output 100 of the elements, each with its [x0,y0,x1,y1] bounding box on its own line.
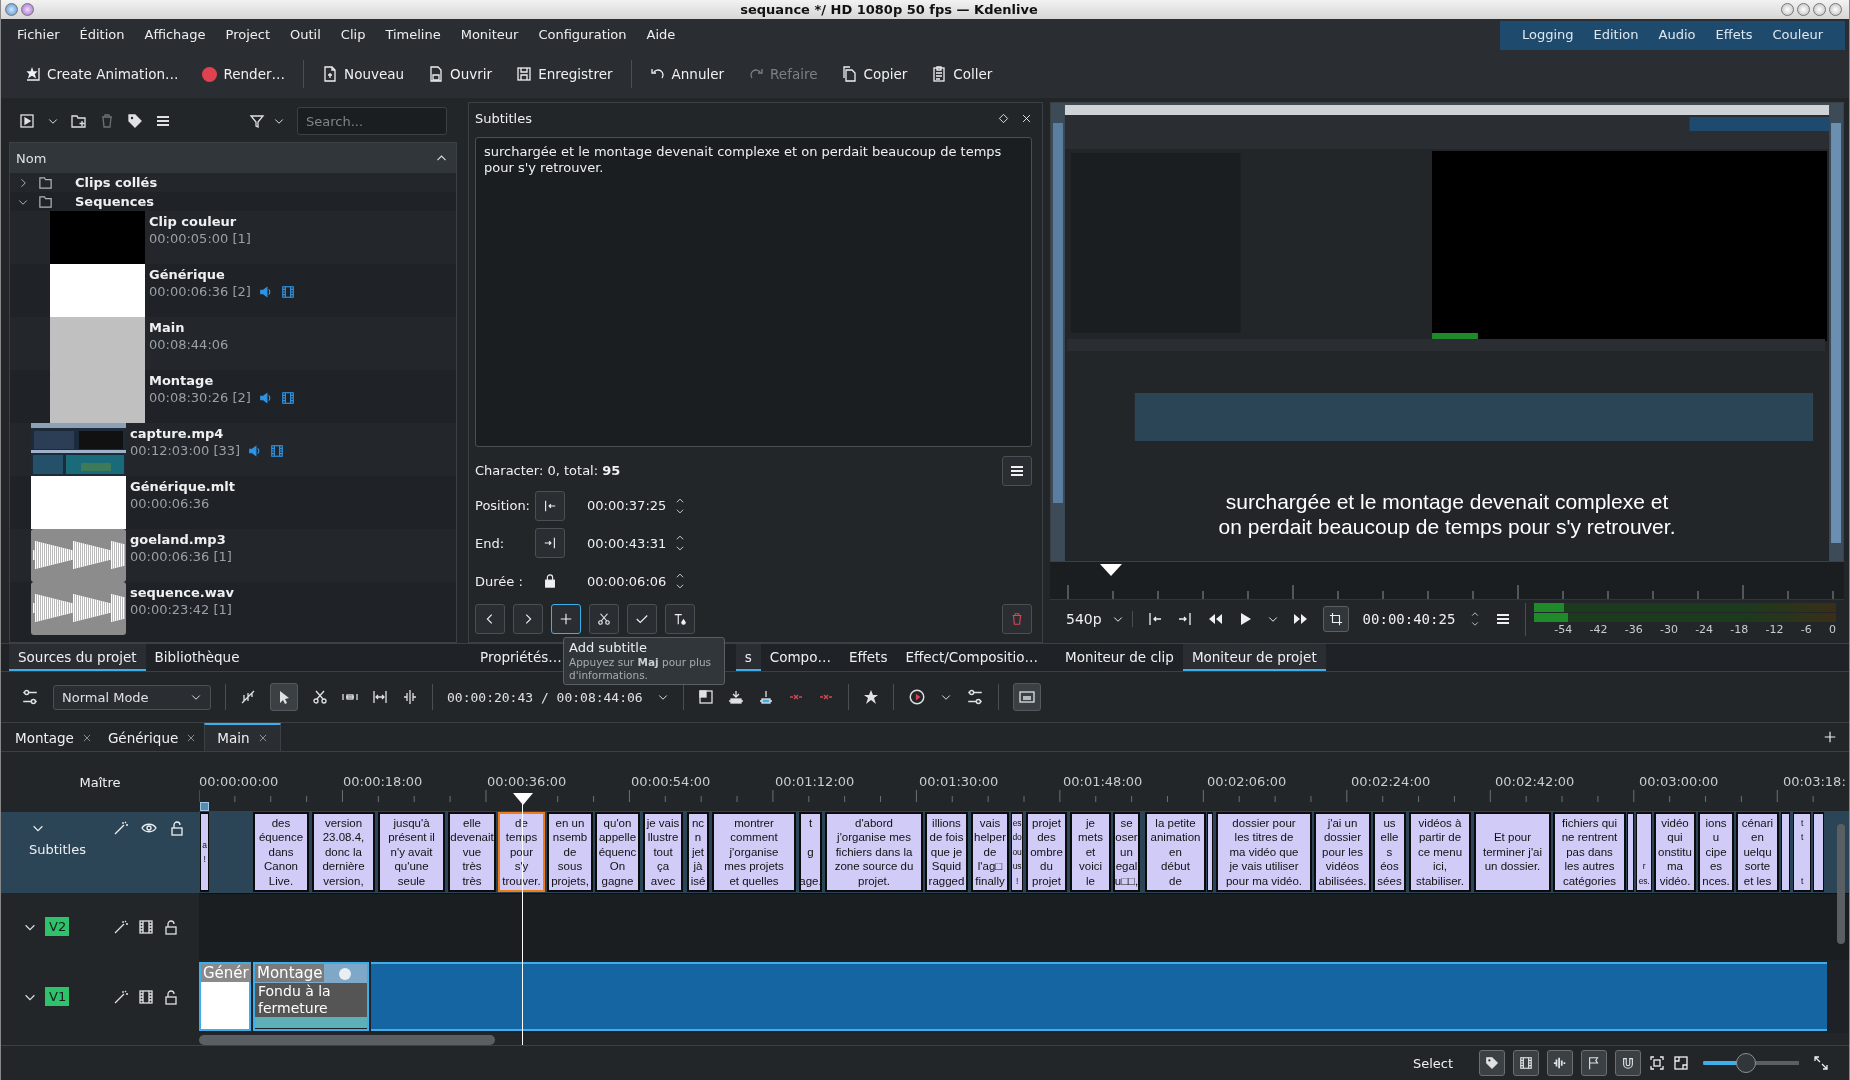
toolbar-button[interactable]: Create Animation… [15,60,189,88]
dock-tab[interactable]: Moniteur de projet [1182,644,1326,671]
timeline-tab[interactable]: Main [204,723,281,751]
subtitle-clip[interactable]: dossier pour les titres de ma vidéo que je vais utiliser pour ma vidéo. [1216,812,1312,892]
subtitle-clip[interactable]: vidéos à partir de ce menu ici, stabiliser. [1409,812,1471,892]
timecode-field[interactable]: 00:00:37:25 [587,498,667,514]
subtitle-clip[interactable]: des équence dans Canon Live. [253,812,309,892]
subtitle-clip[interactable]: projet des ombre du projet [1026,812,1067,892]
subtitle-clip[interactable]: cénari en uelqu sorte et les [1736,812,1779,892]
field-label: Position: [475,498,531,514]
clip-duration: 00:00:06:36 [2] [149,284,251,299]
toolbar-button[interactable]: Ouvrir [418,60,503,88]
dock-tab[interactable]: s [735,644,761,671]
toolbar-button[interactable]: Enregistrer [506,60,623,88]
menu-item[interactable]: Édition [69,19,135,50]
edit-mode-dropdown[interactable]: Normal Mode [53,684,211,710]
subtitle-clip[interactable]: elle devenait vue très très [448,812,496,892]
ruler-label: 00:03:18: [1783,774,1846,789]
subtitle-overlay: on perdait beaucoup de temps pour s'y retrouver. [1218,514,1676,539]
toolbar-button[interactable]: Render… [192,60,296,88]
subtitle-clip[interactable]: j'ai un dossier pour les vidéos abilisées. [1314,812,1371,892]
ruler-label: 00:00:00:00 [199,774,279,789]
search-field[interactable]: Search... [297,107,447,135]
folder-row[interactable]: Clips collés [10,173,456,192]
timecode-field[interactable]: 00:00:43:31 [587,535,667,551]
clip-name: Clip couleur [149,214,238,229]
subtitle-clip[interactable]: fichiers qui ne rentrent pas dans les autres catégories [1553,812,1626,892]
timeline-tab[interactable]: Générique [99,723,205,751]
resolution-dropdown[interactable]: 540p [1058,611,1133,627]
dock-tab[interactable]: Effect/Compositio… [896,644,1048,671]
subtitle-clip[interactable]: nc n jet jà isé [687,812,709,892]
menu-item[interactable]: Clip [330,19,376,50]
folder-row[interactable]: Sequences [10,192,456,211]
subtitle-clip[interactable]: je vais llustre tout ça avec [643,812,683,892]
timecode-field[interactable]: 00:00:06:06 [587,573,667,589]
toolbar-button[interactable]: Copier [831,60,918,88]
subtitle-clip[interactable]: vidéo qui onstitu ma vidéo. [1654,812,1696,892]
toolbar-button[interactable]: Annuler [639,60,735,88]
subtitle-text-field[interactable]: surchargée et le montage devenait complexe et on perdait beaucoup de temps pour s'y retrouver. [475,136,1032,447]
workspace-tab[interactable]: Logging [1511,21,1584,50]
ruler-label: 00:03:00:00 [1639,774,1719,789]
menu-item[interactable]: Affichage [134,19,216,50]
menu-item[interactable]: Moniteur [450,19,529,50]
dock-tab[interactable]: Sources du projet [9,644,146,671]
timeline-tab[interactable]: Montage [7,723,100,751]
meter-scale-label: -18 [1730,622,1749,636]
clip-name: goeland.mp3 [130,532,227,547]
subtitle-clip[interactable]: Et pour terminer j'ai un dossier. [1474,812,1551,892]
menu-item[interactable]: Timeline [375,19,451,50]
clip-duration: 00:12:03:00 [33] [130,443,241,458]
subtitle-clip[interactable]: ions u cipe es nces. [1698,812,1734,892]
ruler-label: 00:01:12:00 [775,774,855,789]
subtitle-clip[interactable]: en un nsemb de sous projets, [547,812,593,892]
tooltip-title: Add subtitle [569,640,648,656]
menu-item[interactable]: Configuration [528,19,637,50]
track-name[interactable]: V1 [45,987,69,1006]
dock-tab[interactable]: Effets [839,644,897,671]
tool-label: Select [1412,1055,1453,1071]
dock-tab[interactable]: Compo… [760,644,840,671]
clip-name: capture.mp4 [130,426,225,441]
subtitle-clip[interactable]: us elle s éos sées [1373,812,1406,892]
subtitle-clip[interactable]: qu'on appelle équenc On gagne [595,812,640,892]
subtitle-clip[interactable]: montrer comment j'organise mes projets et quelles [712,812,796,892]
ruler-label: 00:01:48:00 [1063,774,1143,789]
subtitle-clip[interactable]: je mets et voici le [1070,812,1111,892]
clip-duration: 00:08:44:06 [149,337,229,352]
master-label[interactable]: Maître [79,774,121,790]
track-name[interactable]: V2 [45,917,69,936]
menu-item[interactable]: Outil [280,19,331,50]
menu-item[interactable]: Fichier [7,19,70,50]
workspace-tab[interactable]: Audio [1648,21,1706,50]
subtitle-clip[interactable]: vais helper de l'ag□ finally [971,812,1009,892]
dock-tab[interactable]: Bibliothèque [145,644,249,671]
clip-duration: 00:00:06:36 [1] [130,549,232,564]
subtitle-clip[interactable]: a ! [200,812,209,892]
subtitle-clip[interactable]: d'abord j'organise mes fichiers dans la zone source du projet. [825,812,923,892]
workspace-tab[interactable]: Edition [1583,21,1649,50]
dock-tab[interactable]: Moniteur de clip [1056,644,1183,671]
workspace-tab[interactable]: Couleur [1762,21,1833,50]
subtitle-clip[interactable]: la petite animation en début de [1145,812,1206,892]
field-label: Durée : [475,573,524,589]
subtitle-clip[interactable]: t t t [1793,812,1811,892]
subtitle-clip[interactable]: es do ou us ! [1011,812,1023,892]
track-name[interactable]: Subtitles [29,842,185,857]
workspace-tab[interactable]: Effets [1705,21,1763,50]
toolbar-button[interactable]: Coller [921,60,1003,88]
meter-scale-label: -6 [1800,622,1812,636]
timeline-clip[interactable]: Montage Fondu à la fermeture [253,962,369,1031]
clip-duration: 00:00:05:00 [1] [149,231,251,246]
toolbar-button[interactable]: Nouveau [312,60,415,88]
menu-item[interactable]: Aide [636,19,686,50]
subtitle-clip[interactable]: illions de fois que je Squid ragged [925,812,968,892]
subtitle-clip[interactable]: jusqu'à présent il n'y avait qu'une seule [378,812,445,892]
subtitle-overlay: surchargée et le montage devenait complexe et [1225,489,1669,514]
subtitle-clip[interactable]: version 23.08.4, donc la dernière version, [312,812,375,892]
column-header[interactable]: Nom [10,143,456,173]
subtitle-clip[interactable]: se oser un egal u□□, [1113,812,1140,892]
menu-item[interactable]: Project [215,19,281,50]
subtitle-clip[interactable]: r es. [1636,812,1652,892]
timecode-field[interactable]: 00:00:40:25 [1362,611,1456,627]
